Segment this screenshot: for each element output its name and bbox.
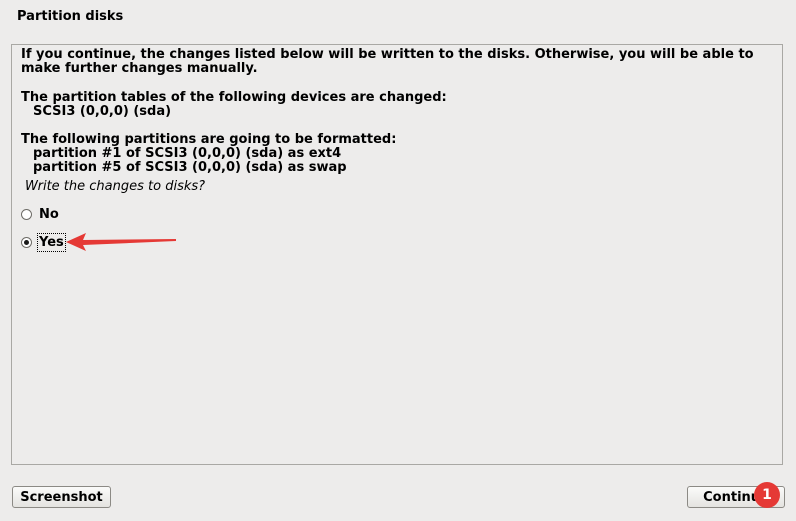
tables-heading: The partition tables of the following de… (21, 90, 447, 105)
option-yes-label: Yes (37, 233, 66, 252)
step-badge: 1 (754, 482, 780, 508)
tables-device: SCSI3 (0,0,0) (sda) (33, 104, 172, 119)
content-panel: If you continue, the changes listed belo… (11, 44, 783, 465)
format-partition-5: partition #5 of SCSI3 (0,0,0) (sda) as s… (33, 160, 347, 175)
radio-yes[interactable] (21, 237, 32, 248)
option-no-label: No (39, 207, 59, 222)
format-partition-1: partition #1 of SCSI3 (0,0,0) (sda) as e… (33, 146, 342, 161)
intro-text: If you continue, the changes listed belo… (21, 47, 759, 76)
page-title: Partition disks (17, 9, 124, 24)
question-text: Write the changes to disks? (25, 179, 206, 194)
red-arrow-annotation (66, 233, 176, 251)
screenshot-button[interactable]: Screenshot (12, 486, 111, 508)
installer-window: Partition disks If you continue, the cha… (0, 0, 796, 521)
option-yes[interactable]: Yes (21, 233, 66, 252)
radio-selected-dot (24, 240, 29, 245)
format-heading: The following partitions are going to be… (21, 132, 397, 147)
radio-no[interactable] (21, 209, 32, 220)
option-no[interactable]: No (21, 207, 59, 222)
